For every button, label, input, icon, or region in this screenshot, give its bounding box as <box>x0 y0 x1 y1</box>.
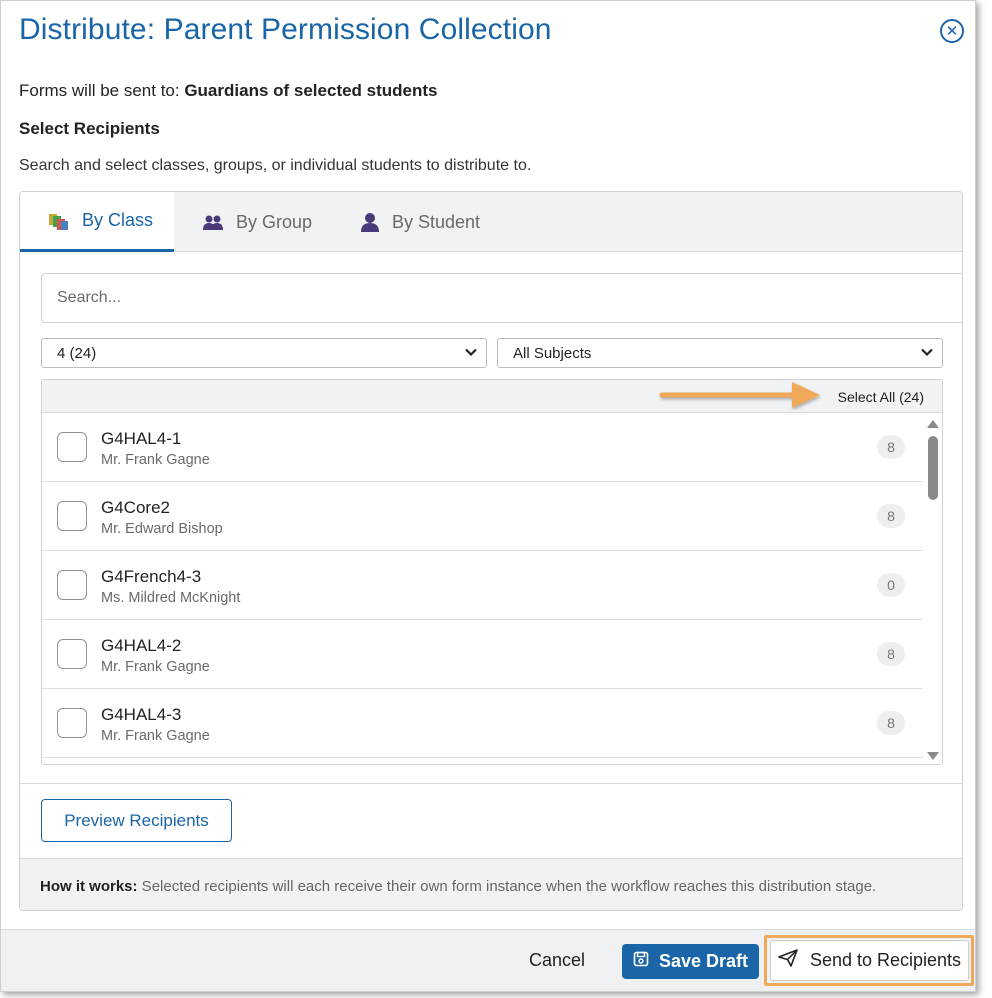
student-count-badge: 8 <box>877 435 905 459</box>
group-icon <box>202 213 224 231</box>
chevron-down-icon <box>920 345 934 363</box>
close-icon[interactable]: ✕ <box>940 19 964 43</box>
tab-by-group-label: By Group <box>236 211 313 232</box>
list-item[interactable]: G4HAL4-3 Mr. Frank Gagne 8 <box>42 689 925 758</box>
how-it-works-text: Selected recipients will each receive th… <box>137 878 877 895</box>
send-label: Send to Recipients <box>809 950 962 970</box>
instructions-text: Search and select classes, groups, or in… <box>19 157 532 174</box>
list-item[interactable]: G4Core2 Mr. Edward Bishop 8 <box>42 482 925 551</box>
search-input[interactable] <box>41 273 962 323</box>
arrow-pointer-icon <box>659 382 820 408</box>
teacher-name: Mr. Frank Gagne <box>101 728 210 744</box>
class-icon <box>48 211 70 231</box>
teacher-name: Mr. Edward Bishop <box>101 521 223 537</box>
select-all-link[interactable]: Select All (24) <box>838 389 924 405</box>
chevron-down-icon <box>464 345 478 363</box>
tab-by-student-label: By Student <box>392 211 481 232</box>
save-draft-button[interactable]: Save Draft <box>622 944 759 979</box>
sent-to-value: Guardians of selected students <box>184 81 438 100</box>
teacher-name: Mr. Frank Gagne <box>101 452 210 468</box>
tab-by-group[interactable]: By Group <box>202 192 312 252</box>
scroll-thumb[interactable] <box>928 436 938 500</box>
teacher-name: Mr. Frank Gagne <box>101 659 210 675</box>
list-item[interactable]: G4HAL4-2 Mr. Frank Gagne 8 <box>42 620 925 689</box>
list-item[interactable]: G4HAL4-1 Mr. Frank Gagne 8 <box>42 413 925 482</box>
subject-select-value: All Subjects <box>513 344 592 362</box>
scroll-down-icon[interactable] <box>927 752 939 760</box>
row-checkbox[interactable] <box>57 639 87 669</box>
save-icon <box>633 951 649 972</box>
grade-select-value: 4 (24) <box>57 344 97 362</box>
tab-bar: By Class By Group By Student <box>20 192 962 252</box>
row-checkbox[interactable] <box>57 501 87 531</box>
panel-divider <box>20 783 962 784</box>
class-name: G4French4-3 <box>101 567 202 586</box>
select-recipients-heading: Select Recipients <box>19 119 160 138</box>
list-item[interactable]: G4French4-3 Ms. Mildred McKnight 0 <box>42 551 925 620</box>
cancel-button[interactable]: Cancel <box>529 950 585 971</box>
recipient-panel: By Class By Group By Student Search... 4… <box>19 191 963 911</box>
class-name: G4HAL4-1 <box>101 429 182 448</box>
scroll-up-icon[interactable] <box>927 420 939 428</box>
dialog-title: Distribute: Parent Permission Collection <box>19 13 552 46</box>
send-icon <box>778 949 798 972</box>
distribute-dialog: Distribute: Parent Permission Collection… <box>0 0 976 992</box>
grade-select[interactable]: 4 (24) <box>41 338 487 368</box>
student-count-badge: 0 <box>877 573 905 597</box>
row-checkbox[interactable] <box>57 432 87 462</box>
subject-select[interactable]: All Subjects <box>497 338 943 368</box>
sent-to-prefix: Forms will be sent to: <box>19 81 185 100</box>
list-scrollbar[interactable] <box>923 413 942 764</box>
class-name: G4HAL4-3 <box>101 705 182 724</box>
how-it-works-box: How it works: Selected recipients will e… <box>20 858 962 910</box>
class-rows: G4HAL4-1 Mr. Frank Gagne 8 G4Core2 Mr. E… <box>42 413 925 758</box>
class-name: G4Core2 <box>101 498 170 517</box>
sent-to-line: Forms will be sent to: Guardians of sele… <box>19 81 438 101</box>
class-name: G4HAL4-2 <box>101 636 182 655</box>
student-count-badge: 8 <box>877 504 905 528</box>
save-draft-label: Save Draft <box>658 951 749 971</box>
preview-recipients-button[interactable]: Preview Recipients <box>41 799 232 842</box>
student-count-badge: 8 <box>877 642 905 666</box>
send-to-recipients-button[interactable]: Send to Recipients <box>770 940 969 981</box>
tab-by-student[interactable]: By Student <box>360 192 480 252</box>
how-it-works-label: How it works: <box>40 878 138 895</box>
student-count-badge: 8 <box>877 711 905 735</box>
tab-by-class[interactable]: By Class <box>20 192 174 252</box>
row-checkbox[interactable] <box>57 570 87 600</box>
student-icon <box>360 212 380 232</box>
teacher-name: Ms. Mildred McKnight <box>101 590 241 606</box>
class-list: Select All (24) G4HAL4-1 Mr. Frank Gagne… <box>41 379 943 765</box>
tab-by-class-label: By Class <box>82 210 154 230</box>
row-checkbox[interactable] <box>57 708 87 738</box>
